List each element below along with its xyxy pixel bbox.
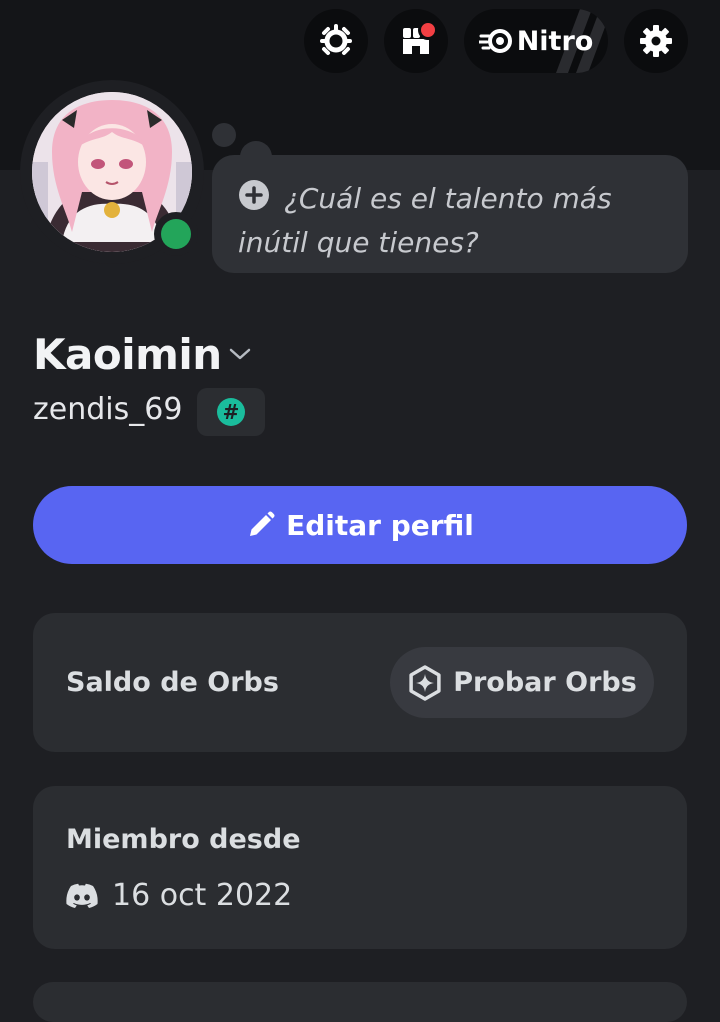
shop-button[interactable] (384, 9, 448, 73)
orbs-balance-label: Saldo de Orbs (66, 667, 279, 698)
nitro-button[interactable]: Nitro (464, 9, 608, 73)
discord-logo-icon (66, 883, 98, 908)
display-name: Kaoimin (33, 330, 222, 379)
try-orbs-label: Probar Orbs (453, 667, 637, 698)
tag-badge[interactable]: # (197, 388, 265, 436)
member-since-title: Miembro desde (66, 824, 301, 855)
member-since-card: Miembro desde 16 oct 2022 (33, 786, 687, 949)
try-orbs-button[interactable]: Probar Orbs (390, 647, 654, 718)
notification-dot (418, 20, 438, 40)
pencil-icon (250, 511, 275, 536)
settings-button[interactable] (624, 9, 688, 73)
custom-status-placeholder: ¿Cuál es el talento más inútil que tiene… (238, 182, 612, 259)
next-card-partial (33, 982, 687, 1022)
chevron-down-icon[interactable] (228, 346, 252, 362)
edit-profile-button[interactable]: Editar perfil (33, 486, 687, 564)
laurel-wreath-icon (320, 24, 352, 55)
username: zendis_69 (33, 392, 183, 427)
edit-profile-label: Editar perfil (286, 508, 474, 542)
member-since-date: 16 oct 2022 (112, 878, 293, 913)
nitro-label: Nitro (516, 25, 594, 57)
gear-icon (640, 25, 672, 57)
online-status-indicator (161, 219, 191, 249)
hashtag-icon: # (217, 398, 245, 426)
orbs-card: Saldo de Orbs Probar Orbs (33, 613, 687, 752)
nitro-icon (478, 29, 512, 53)
member-since-row: 16 oct 2022 (66, 878, 292, 913)
bubble-tail-small (212, 123, 236, 147)
custom-status-bubble[interactable]: ¿Cuál es el talento más inútil que tiene… (212, 155, 688, 273)
orb-icon (409, 664, 441, 701)
quests-button[interactable] (304, 9, 368, 73)
